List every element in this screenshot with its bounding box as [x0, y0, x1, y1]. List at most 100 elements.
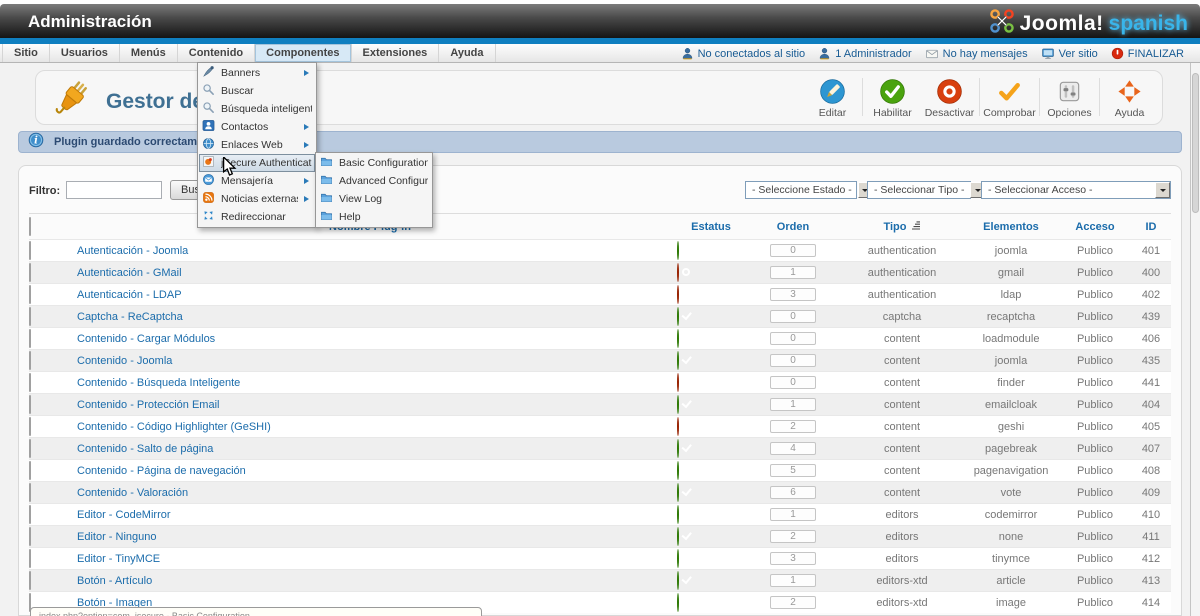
plugin-name-link[interactable]: Botón - Artículo: [63, 575, 677, 587]
plugin-name-link[interactable]: Contenido - Cargar Módulos: [63, 333, 677, 345]
column-header-estatus[interactable]: Estatus: [677, 221, 745, 233]
submenu-item-view-log[interactable]: View Log: [317, 190, 431, 208]
estado-select[interactable]: - Seleccione Estado -: [745, 181, 857, 199]
row-checkbox[interactable]: [29, 373, 31, 392]
menu-item-busqueda-inteligente[interactable]: Búsqueda inteligente: [199, 100, 315, 118]
row-checkbox[interactable]: [29, 505, 31, 524]
status-enabled-icon[interactable]: [677, 351, 679, 370]
menu-item-buscar[interactable]: Buscar: [199, 82, 315, 100]
submenu-item-advanced-configuration[interactable]: Advanced Configuration: [317, 172, 431, 190]
toolbar-button-enable[interactable]: Habilitar: [864, 75, 921, 119]
row-checkbox[interactable]: [29, 351, 31, 370]
vertical-scrollbar[interactable]: [1190, 63, 1200, 616]
row-checkbox[interactable]: [29, 549, 31, 568]
status-enabled-icon[interactable]: [677, 439, 679, 458]
row-checkbox[interactable]: [29, 395, 31, 414]
plugin-name-link[interactable]: Editor - CodeMirror: [63, 509, 677, 521]
orden-input[interactable]: [770, 288, 816, 301]
row-checkbox[interactable]: [29, 571, 31, 590]
status-enabled-icon[interactable]: [677, 505, 679, 524]
status-enabled-icon[interactable]: [677, 307, 679, 326]
orden-input[interactable]: [770, 530, 816, 543]
menubar-item-ayuda[interactable]: Ayuda: [439, 44, 495, 62]
row-checkbox[interactable]: [29, 307, 31, 326]
plugin-name-link[interactable]: Captcha - ReCaptcha: [63, 311, 677, 323]
plugin-name-link[interactable]: Contenido - Joomla: [63, 355, 677, 367]
status-enabled-icon[interactable]: [677, 395, 679, 414]
menu-item-mensajeria[interactable]: Mensajería: [199, 172, 315, 190]
menu-item-banners[interactable]: Banners: [199, 64, 315, 82]
status-enabled-icon[interactable]: [677, 329, 679, 348]
tipo-select[interactable]: - Seleccionar Tipo -: [867, 181, 971, 199]
status-enabled-icon[interactable]: [677, 593, 679, 612]
orden-input[interactable]: [770, 398, 816, 411]
column-header-id[interactable]: ID: [1131, 221, 1171, 233]
row-checkbox[interactable]: [29, 483, 31, 502]
status-enabled-icon[interactable]: [677, 461, 679, 480]
plugin-name-link[interactable]: Contenido - Salto de página: [63, 443, 677, 455]
toolbar-button-options[interactable]: Opciones: [1041, 75, 1098, 119]
filter-input[interactable]: [66, 181, 162, 199]
menubar-item-usuarios[interactable]: Usuarios: [50, 44, 120, 62]
menu-item-redireccionar[interactable]: Redireccionar: [199, 208, 315, 226]
status-enabled-icon[interactable]: [677, 549, 679, 568]
row-checkbox[interactable]: [29, 461, 31, 480]
status-enabled-icon[interactable]: [677, 571, 679, 590]
row-checkbox[interactable]: [29, 329, 31, 348]
toolbar-button-checkin[interactable]: Comprobar: [981, 75, 1038, 119]
status-enabled-icon[interactable]: [677, 527, 679, 546]
status-item[interactable]: Ver sitio: [1041, 47, 1098, 60]
status-enabled-icon[interactable]: [677, 241, 679, 260]
status-enabled-icon[interactable]: [677, 483, 679, 502]
plugin-name-link[interactable]: Contenido - Página de navegación: [63, 465, 677, 477]
status-item[interactable]: 1 Administrador: [818, 47, 911, 60]
plugin-name-link[interactable]: Contenido - Código Highlighter (GeSHI): [63, 421, 677, 433]
row-checkbox[interactable]: [29, 439, 31, 458]
row-checkbox[interactable]: [29, 527, 31, 546]
plugin-name-link[interactable]: Contenido - Protección Email: [63, 399, 677, 411]
submenu-item-help[interactable]: Help: [317, 208, 431, 226]
column-header-orden[interactable]: Orden: [745, 221, 841, 233]
orden-input[interactable]: [770, 310, 816, 323]
status-disabled-icon[interactable]: [677, 263, 679, 282]
plugin-name-link[interactable]: Autenticación - Joomla: [63, 245, 677, 257]
submenu-item-basic-configuration[interactable]: Basic Configuration: [317, 154, 431, 172]
menubar-item-componentes[interactable]: Componentes: [255, 44, 351, 62]
orden-input[interactable]: [770, 376, 816, 389]
orden-input[interactable]: [770, 486, 816, 499]
orden-input[interactable]: [770, 508, 816, 521]
row-checkbox[interactable]: [29, 241, 31, 260]
orden-input[interactable]: [770, 442, 816, 455]
orden-input[interactable]: [770, 552, 816, 565]
menu-item-contactos[interactable]: Contactos: [199, 118, 315, 136]
plugin-name-link[interactable]: Autenticación - GMail: [63, 267, 677, 279]
plugin-name-link[interactable]: Editor - Ninguno: [63, 531, 677, 543]
toolbar-button-help[interactable]: Ayuda: [1101, 75, 1158, 119]
column-header-elementos[interactable]: Elementos: [963, 221, 1059, 233]
orden-input[interactable]: [770, 354, 816, 367]
menu-item-noticias-externas[interactable]: Noticias externas: [199, 190, 315, 208]
orden-input[interactable]: [770, 244, 816, 257]
plugin-name-link[interactable]: Contenido - Búsqueda Inteligente: [63, 377, 677, 389]
menubar-item-sitio[interactable]: Sitio: [2, 44, 50, 62]
acceso-select[interactable]: - Seleccionar Acceso -: [981, 181, 1171, 199]
status-disabled-icon[interactable]: [677, 373, 679, 392]
toolbar-button-edit[interactable]: Editar: [804, 75, 861, 119]
orden-input[interactable]: [770, 266, 816, 279]
row-checkbox[interactable]: [29, 263, 31, 282]
menubar-item-menus[interactable]: Menús: [120, 44, 178, 62]
orden-input[interactable]: [770, 464, 816, 477]
column-header-tipo[interactable]: Tipo: [841, 221, 963, 233]
row-checkbox[interactable]: [29, 417, 31, 436]
menubar-item-contenido[interactable]: Contenido: [178, 44, 255, 62]
status-item[interactable]: No conectados al sitio: [681, 47, 806, 60]
chevron-down-icon[interactable]: [1155, 182, 1170, 198]
plugin-name-link[interactable]: Autenticación - LDAP: [63, 289, 677, 301]
orden-input[interactable]: [770, 596, 816, 609]
plugin-name-link[interactable]: Contenido - Valoración: [63, 487, 677, 499]
status-item[interactable]: FINALIZAR: [1111, 47, 1184, 60]
scrollbar-thumb[interactable]: [1192, 73, 1199, 213]
menu-item-enlaces-web[interactable]: Enlaces Web: [199, 136, 315, 154]
status-item[interactable]: No hay mensajes: [925, 47, 1028, 60]
orden-input[interactable]: [770, 574, 816, 587]
